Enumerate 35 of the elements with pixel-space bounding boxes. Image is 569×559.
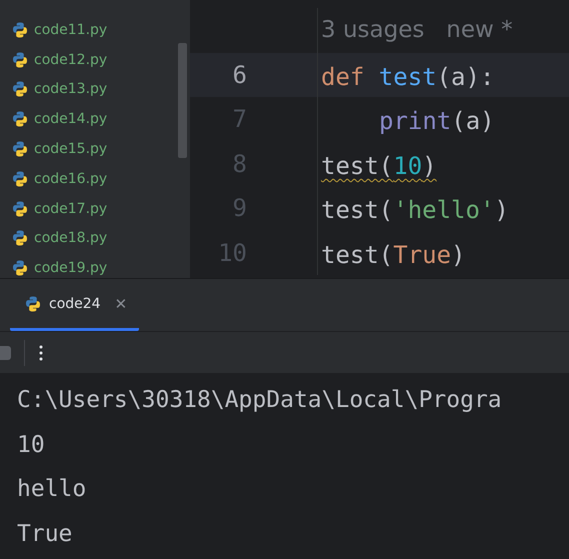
- code-line: test(True): [321, 240, 466, 271]
- file-name[interactable]: code14.py: [34, 111, 108, 128]
- stop-icon[interactable]: [0, 346, 11, 360]
- inlay-hint[interactable]: 3 usages new *: [321, 17, 513, 44]
- file-name[interactable]: code16.py: [34, 170, 108, 187]
- file-name[interactable]: code15.py: [34, 141, 108, 158]
- code-line: def test(a):: [321, 62, 494, 93]
- run-tab[interactable]: code24 ✕: [10, 279, 140, 331]
- close-icon[interactable]: ✕: [114, 294, 128, 312]
- code-line: test('hello'): [321, 195, 509, 226]
- file-name[interactable]: code12.py: [34, 52, 108, 68]
- python-icon: [25, 296, 41, 312]
- python-icon: [12, 260, 28, 276]
- console-line: 10: [17, 430, 46, 460]
- console-line: hello: [17, 475, 88, 504]
- python-icon: [12, 111, 28, 128]
- python-icon: [12, 200, 28, 217]
- file-name[interactable]: code19.py: [34, 260, 108, 276]
- scrollbar-thumb[interactable]: [178, 43, 187, 158]
- file-name[interactable]: code13.py: [34, 81, 108, 98]
- python-icon: [12, 141, 28, 158]
- more-icon[interactable]: [39, 344, 43, 360]
- code-line: print(a): [378, 106, 495, 138]
- file-name[interactable]: code11.py: [34, 22, 108, 38]
- file-name[interactable]: code18.py: [34, 230, 108, 246]
- line-number: 6: [232, 60, 247, 89]
- python-icon: [12, 230, 28, 246]
- python-icon: [12, 81, 28, 98]
- python-icon: [12, 170, 28, 187]
- python-icon: [12, 52, 28, 68]
- code-line: test(10): [321, 150, 437, 182]
- file-name[interactable]: code17.py: [34, 200, 108, 217]
- console-line: C:\Users\30318\AppData\Local\Progra: [17, 386, 503, 416]
- console-line: True: [17, 520, 74, 549]
- python-icon: [12, 22, 28, 38]
